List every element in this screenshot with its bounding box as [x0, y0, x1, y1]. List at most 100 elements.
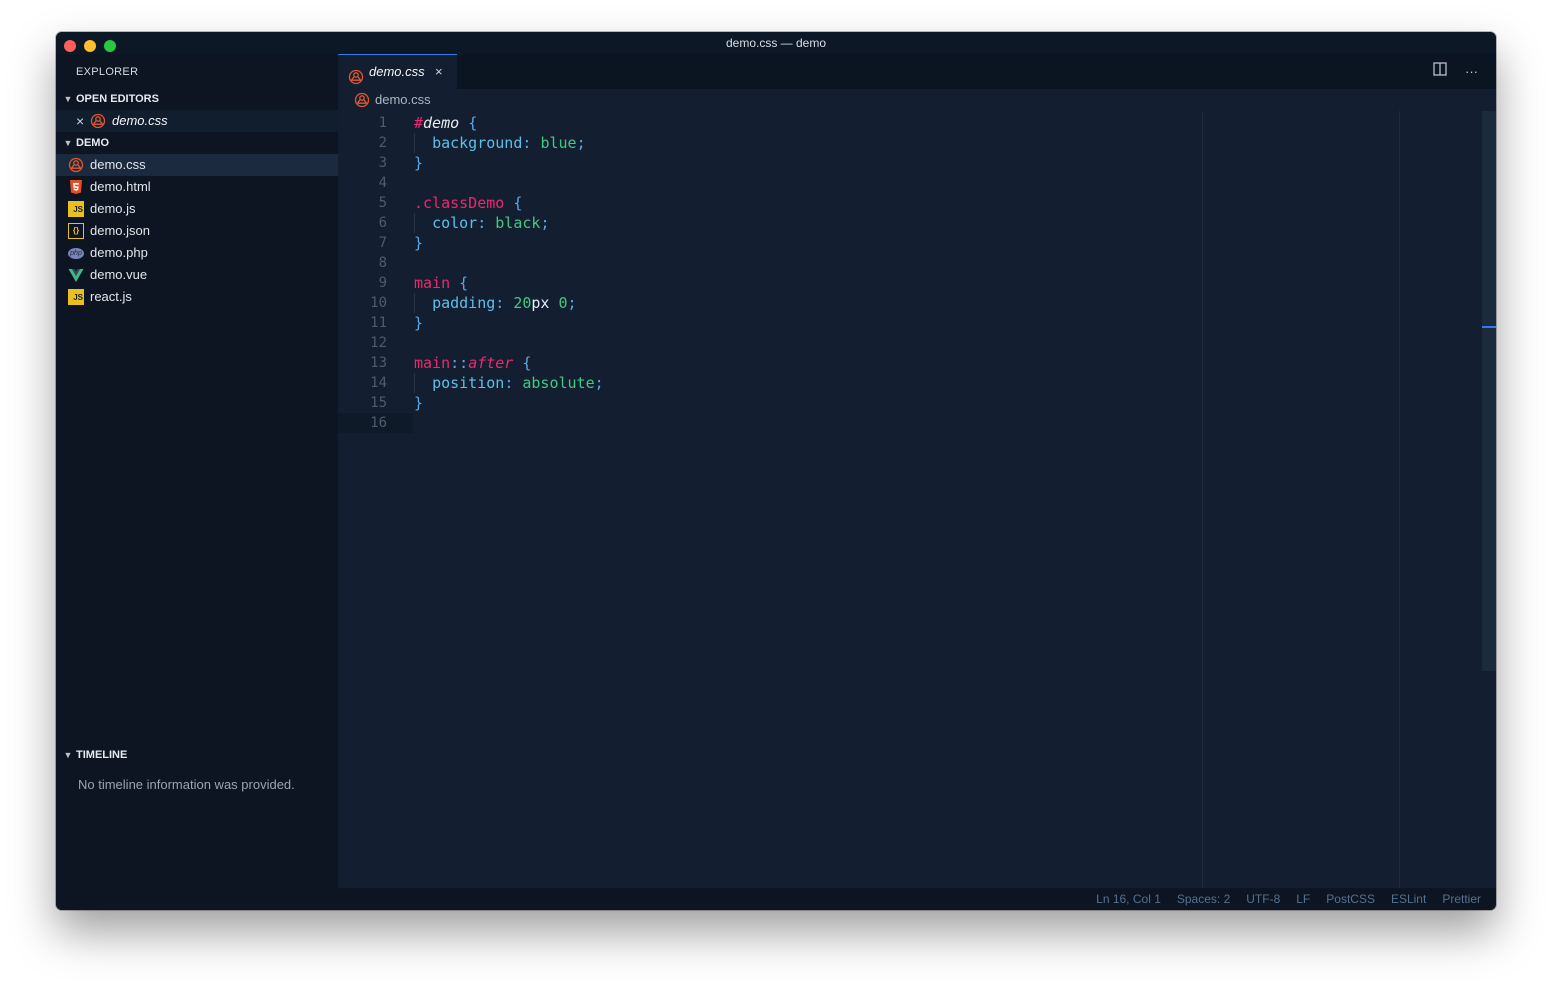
file-label: demo.css	[90, 157, 146, 172]
code-line[interactable]: 7}	[338, 233, 1482, 253]
code-token: after	[468, 354, 514, 372]
file-item-demo-vue[interactable]: demo.vue	[56, 264, 338, 286]
status-prettier[interactable]: Prettier	[1442, 888, 1481, 910]
code-text: }	[414, 313, 423, 333]
code-token: position	[432, 374, 505, 392]
status-line-ending[interactable]: LF	[1296, 888, 1310, 910]
file-label: demo.php	[90, 245, 148, 260]
title-bar: demo.css — demo	[56, 32, 1496, 54]
file-item-demo-json[interactable]: {} demo.json	[56, 220, 338, 242]
file-item-react-js[interactable]: JS react.js	[56, 286, 338, 308]
scrollbar-cursor-marker	[1482, 326, 1496, 328]
demo-folder-header[interactable]: ▼ DEMO	[56, 132, 338, 154]
line-number: 3	[378, 155, 387, 171]
editor-actions: ···	[1433, 54, 1478, 89]
code-line[interactable]: 10 padding: 20px 0;	[338, 293, 1482, 313]
code-line[interactable]: 5 .classDemo {	[338, 193, 1482, 213]
css-icon	[68, 157, 84, 173]
tab-demo-css[interactable]: demo.css ×	[338, 54, 457, 89]
file-item-demo-php[interactable]: php demo.php	[56, 242, 338, 264]
code-token: ;	[594, 374, 604, 392]
split-editor-icon[interactable]	[1433, 54, 1447, 89]
file-item-demo-js[interactable]: JS demo.js	[56, 198, 338, 220]
code-token: }	[414, 314, 424, 332]
close-icon[interactable]: ×	[76, 110, 84, 132]
status-eslint[interactable]: ESLint	[1391, 888, 1426, 910]
js-icon: JS	[68, 200, 84, 217]
code-token: ;	[567, 294, 577, 312]
code-line[interactable]: 8	[338, 253, 1482, 273]
file-label: demo.json	[90, 223, 150, 238]
file-label: demo.js	[90, 201, 136, 216]
code-token: {	[459, 274, 469, 292]
close-icon[interactable]: ×	[435, 55, 443, 88]
breadcrumb[interactable]: demo.css	[338, 89, 1496, 111]
line-number: 6	[378, 215, 387, 231]
file-item-demo-html[interactable]: demo.html	[56, 176, 338, 198]
breadcrumb-label: demo.css	[375, 92, 431, 107]
open-editors-header[interactable]: ▼ OPEN EDITORS	[56, 88, 338, 110]
status-language-mode[interactable]: PostCSS	[1326, 888, 1375, 910]
chevron-down-icon: ▼	[63, 750, 73, 760]
status-bar: Ln 16, Col 1 Spaces: 2 UTF-8 LF PostCSS ESLin…	[56, 888, 1496, 910]
file-item-demo-css[interactable]: demo.css	[56, 154, 338, 176]
line-number: 1	[378, 115, 387, 131]
status-encoding[interactable]: UTF-8	[1246, 888, 1280, 910]
css-icon	[90, 113, 106, 129]
code-line[interactable]: 11}	[338, 313, 1482, 333]
file-label: demo.html	[90, 179, 151, 194]
php-icon: php	[68, 248, 84, 260]
code-line[interactable]: 14 position: absolute;	[338, 373, 1482, 393]
json-icon: {}	[68, 222, 84, 239]
timeline-header[interactable]: ▼ TIMELINE	[56, 744, 338, 766]
code-token: padding	[432, 294, 496, 312]
line-number: 9	[378, 275, 387, 291]
code-line[interactable]: 12	[338, 333, 1482, 353]
code-token: 0	[558, 294, 568, 312]
more-actions-icon[interactable]: ···	[1465, 64, 1478, 79]
file-label: demo.vue	[90, 267, 148, 282]
code-editor[interactable]: 1 #demo {2 background: blue; 3} 4 5 .classDem…	[338, 111, 1496, 888]
code-token: #	[414, 114, 424, 132]
code-line[interactable]: 13 main::after {	[338, 353, 1482, 373]
code-line[interactable]: 15}	[338, 393, 1482, 413]
css-icon	[348, 64, 364, 84]
code-token: px	[531, 294, 550, 312]
code-line[interactable]: 4	[338, 173, 1482, 193]
code-token: color	[432, 214, 478, 232]
vertical-scrollbar[interactable]	[1482, 111, 1496, 671]
code-token: }	[414, 154, 424, 172]
code-token: {	[522, 354, 532, 372]
traffic-lights	[64, 37, 124, 52]
status-cursor-position[interactable]: Ln 16, Col 1	[1096, 888, 1161, 910]
code-token: black	[495, 214, 541, 232]
close-window-button[interactable]	[64, 40, 76, 52]
chevron-down-icon: ▼	[63, 94, 73, 104]
code-text: .classDemo {	[414, 193, 522, 213]
code-line[interactable]: 3}	[338, 153, 1482, 173]
open-editor-label: demo.css	[112, 113, 168, 128]
code-line[interactable]: 6 color: black;	[338, 213, 1482, 233]
minimize-window-button[interactable]	[84, 40, 96, 52]
zoom-window-button[interactable]	[104, 40, 116, 52]
code-line[interactable]: 9 main {	[338, 273, 1482, 293]
timeline-section: ▼ TIMELINE No timeline information was pr…	[56, 744, 338, 796]
code-line[interactable]: 2 background: blue;	[338, 133, 1482, 153]
code-text: }	[414, 153, 423, 173]
code-token: main	[414, 354, 451, 372]
code-line[interactable]: 1 #demo {	[338, 113, 1482, 133]
code-text: background: blue;	[414, 133, 586, 153]
code-token: }	[414, 234, 424, 252]
open-editor-item[interactable]: × demo.css	[56, 110, 338, 132]
code-token: {	[468, 114, 478, 132]
code-text: main {	[414, 273, 468, 293]
code-line[interactable]: 16	[338, 413, 1482, 433]
code-token: }	[414, 394, 424, 412]
chevron-down-icon: ▼	[63, 138, 73, 148]
status-indentation[interactable]: Spaces: 2	[1177, 888, 1230, 910]
